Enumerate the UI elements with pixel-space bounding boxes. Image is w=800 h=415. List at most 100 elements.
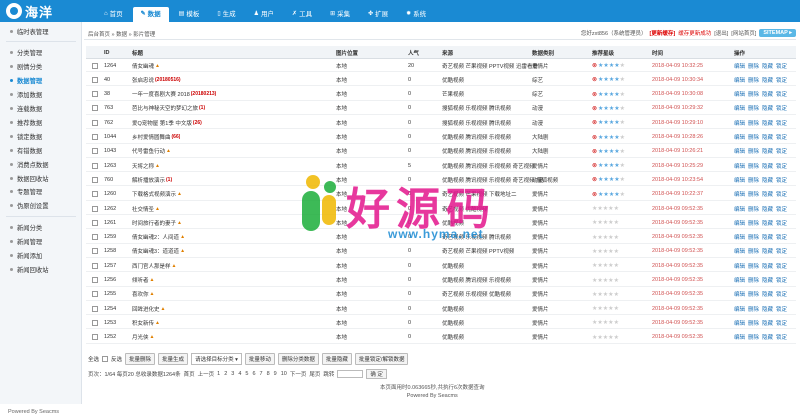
sidebar-item-2-3[interactable]: 新闻回收站 [10, 264, 48, 274]
sidebar-item-1-4[interactable]: 连载数据 [10, 104, 42, 114]
star-icon[interactable]: ★ [620, 134, 625, 141]
star-icon[interactable]: ★ [620, 76, 625, 83]
batch-button-buttons_b-2[interactable]: 批量隐藏 [321, 353, 352, 365]
nav-tab-1[interactable]: ✎ 数据 [132, 7, 169, 22]
row-title-link[interactable]: 下载格式视频演示 [132, 190, 176, 198]
row-action-0[interactable]: 编辑 [734, 147, 745, 155]
row-action-0[interactable]: 编辑 [734, 76, 745, 84]
batch-button-buttons_b-3[interactable]: 批量锁定/解锁数据 [354, 353, 409, 365]
star-icon[interactable]: ★ [614, 219, 619, 226]
remove-star-icon[interactable]: ⊗ [592, 191, 597, 198]
row-title-link[interactable]: 解析播放演示 [132, 176, 165, 184]
row-action-2[interactable]: 隐藏 [762, 119, 773, 127]
star-icon[interactable]: ★ [620, 191, 625, 198]
batch-button-buttons_b-1[interactable]: 删除分类数据 [277, 353, 319, 365]
row-action-3[interactable]: 锁定 [776, 76, 787, 84]
row-checkbox[interactable] [92, 148, 98, 155]
row-action-0[interactable]: 编辑 [734, 262, 745, 270]
row-action-1[interactable]: 删除 [748, 90, 759, 98]
star-icon[interactable]: ★ [620, 91, 625, 98]
row-checkbox[interactable] [92, 305, 98, 312]
star-icon[interactable]: ★ [614, 305, 619, 312]
row-action-0[interactable]: 编辑 [734, 247, 745, 255]
row-checkbox[interactable] [92, 334, 98, 341]
remove-star-icon[interactable]: ⊗ [592, 91, 597, 98]
sidebar-item-1-2[interactable]: 数据管理 [10, 76, 42, 86]
star-icon[interactable]: ★ [620, 62, 625, 69]
header-id[interactable]: ID [104, 46, 110, 59]
row-action-1[interactable]: 删除 [748, 262, 759, 270]
row-action-1[interactable]: 删除 [748, 247, 759, 255]
page-link-1[interactable]: 2 [224, 371, 227, 377]
remove-star-icon[interactable]: ⊗ [592, 162, 597, 169]
remove-star-icon[interactable]: ⊗ [592, 105, 597, 112]
row-title-link[interactable]: 张启忠说 [132, 76, 154, 84]
row-action-3[interactable]: 锁定 [776, 276, 787, 284]
sidebar-item-1-11[interactable]: 伪原创设置 [10, 201, 48, 211]
page-link-4[interactable]: 5 [245, 371, 248, 377]
row-action-1[interactable]: 删除 [748, 219, 759, 227]
nav-tab-3[interactable]: ▯ 生成 [209, 7, 243, 22]
header-pop[interactable]: 人气 [408, 46, 419, 59]
star-icon[interactable]: ★ [620, 176, 625, 183]
row-action-0[interactable]: 编辑 [734, 233, 745, 241]
row-action-0[interactable]: 编辑 [734, 133, 745, 141]
row-action-3[interactable]: 锁定 [776, 305, 787, 313]
page-link-0[interactable]: 1 [217, 371, 220, 377]
next-page-link[interactable]: 下一页 [290, 370, 307, 378]
row-action-3[interactable]: 锁定 [776, 205, 787, 213]
row-action-1[interactable]: 删除 [748, 162, 759, 170]
sidebar-item-0-0[interactable]: 临时表管理 [10, 26, 48, 36]
row-action-0[interactable]: 编辑 [734, 290, 745, 298]
update-cache-link[interactable]: [更新缓存] [650, 29, 676, 37]
logout-link[interactable]: [退出] [714, 29, 728, 37]
row-title-link[interactable]: 回眸进化史 [132, 305, 160, 313]
sidebar-item-1-9[interactable]: 数据回收站 [10, 173, 48, 183]
row-action-1[interactable]: 删除 [748, 290, 759, 298]
row-checkbox[interactable] [92, 134, 98, 140]
sidebar-item-1-6[interactable]: 锁定数据 [10, 131, 42, 141]
site-home-link[interactable]: [网站首页] [731, 29, 756, 37]
remove-star-icon[interactable]: ⊗ [592, 76, 597, 83]
nav-tab-7[interactable]: ✤ 扩展 [360, 7, 396, 22]
sidebar-item-2-2[interactable]: 新闻添加 [10, 251, 42, 261]
nav-tab-5[interactable]: ✗ 工具 [284, 7, 320, 22]
row-action-2[interactable]: 隐藏 [762, 333, 773, 341]
star-icon[interactable]: ★ [620, 162, 625, 169]
sidebar-item-1-5[interactable]: 推荐数据 [10, 117, 42, 127]
row-title-link[interactable]: 月光侠 [132, 333, 149, 341]
row-action-1[interactable]: 删除 [748, 176, 759, 184]
select-all-label[interactable]: 全选 [88, 355, 99, 363]
row-action-1[interactable]: 删除 [748, 190, 759, 198]
row-title-link[interactable]: 倩女幽魂2：人间道 [132, 233, 179, 241]
row-action-2[interactable]: 隐藏 [762, 305, 773, 313]
row-action-1[interactable]: 删除 [748, 276, 759, 284]
row-action-2[interactable]: 隐藏 [762, 162, 773, 170]
row-action-3[interactable]: 锁定 [776, 233, 787, 241]
remove-star-icon[interactable]: ⊗ [592, 134, 597, 141]
invert-label[interactable]: 反选 [111, 355, 122, 363]
row-title-link[interactable]: 倩女幽魂3：道道道 [132, 247, 179, 255]
nav-tab-0[interactable]: ⌂ 首页 [96, 7, 131, 22]
jump-go-button[interactable]: 确 定 [366, 369, 387, 379]
row-action-1[interactable]: 删除 [748, 147, 759, 155]
row-title-link[interactable]: 一年一度喜剧大赛 2018 [132, 90, 190, 98]
row-title-link[interactable]: 倩女幽魂 [132, 62, 154, 70]
row-action-2[interactable]: 隐藏 [762, 90, 773, 98]
row-action-1[interactable]: 删除 [748, 319, 759, 327]
row-action-1[interactable]: 删除 [748, 104, 759, 112]
row-action-2[interactable]: 隐藏 [762, 276, 773, 284]
row-action-2[interactable]: 隐藏 [762, 205, 773, 213]
batch-button-buttons_a-1[interactable]: 批量生成 [158, 353, 189, 365]
row-title-link[interactable]: 乡村爱情圆舞曲 [132, 133, 171, 141]
row-action-2[interactable]: 隐藏 [762, 62, 773, 70]
row-checkbox[interactable] [92, 191, 98, 198]
row-checkbox[interactable] [92, 219, 98, 226]
row-action-2[interactable]: 隐藏 [762, 233, 773, 241]
row-action-0[interactable]: 编辑 [734, 276, 745, 284]
row-action-2[interactable]: 隐藏 [762, 319, 773, 327]
row-action-3[interactable]: 锁定 [776, 262, 787, 270]
row-action-3[interactable]: 锁定 [776, 190, 787, 198]
row-action-3[interactable]: 锁定 [776, 119, 787, 127]
row-action-3[interactable]: 锁定 [776, 62, 787, 70]
